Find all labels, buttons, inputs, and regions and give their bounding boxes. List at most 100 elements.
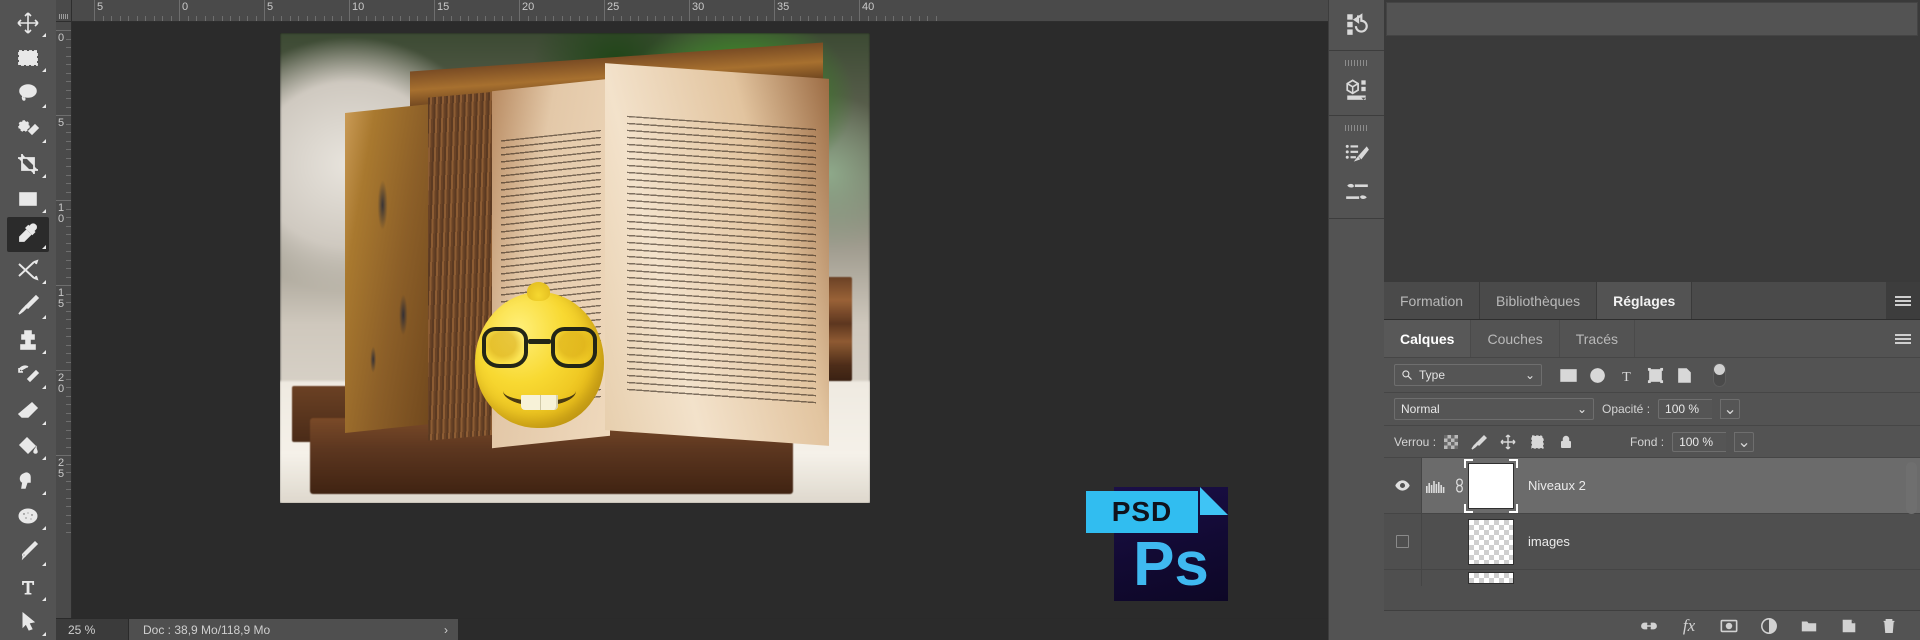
table-row[interactable]: images [1384, 514, 1920, 570]
tab-traces[interactable]: Tracés [1559, 320, 1636, 357]
layer-visibility-toggle[interactable] [1384, 458, 1422, 513]
ruler-minor-tick [66, 463, 71, 465]
new-layer-icon[interactable] [1840, 617, 1858, 635]
layer-style-fx-icon[interactable]: fx [1680, 615, 1698, 635]
lock-artboard-icon[interactable] [1529, 434, 1545, 450]
marquee-tool[interactable] [7, 41, 49, 75]
quick-selection-tool[interactable] [7, 112, 49, 146]
filter-type-icon[interactable]: T [1618, 367, 1635, 384]
horizontal-ruler[interactable]: 5 0 5 10 15 20 25 30 35 40 [72, 0, 1328, 22]
lock-transparent-pixels-icon[interactable] [1444, 434, 1459, 449]
layer-name[interactable]: images [1528, 534, 1570, 549]
brush-tool[interactable] [7, 288, 49, 322]
delete-layer-icon[interactable] [1880, 617, 1898, 635]
blend-mode-select[interactable]: Normal ⌄ [1394, 398, 1594, 420]
brush-presets-icon[interactable] [1342, 139, 1372, 169]
libraries-3d-icon[interactable] [1342, 74, 1372, 104]
ruler-minor-tick [66, 344, 71, 346]
ruler-label: 25 [607, 1, 620, 13]
eyedropper-tool[interactable] [7, 217, 49, 252]
layer-name[interactable]: Niveaux 2 [1528, 478, 1586, 493]
panel-drag-grip[interactable] [1344, 60, 1369, 66]
filter-shape-icon[interactable] [1647, 367, 1664, 384]
sponge-tool[interactable] [7, 499, 49, 533]
type-tool[interactable]: T [7, 570, 49, 604]
lock-image-pixels-icon[interactable] [1471, 434, 1488, 450]
filter-enable-toggle[interactable] [1713, 363, 1726, 387]
ruler-minor-tick [757, 16, 758, 21]
layer-mask-link-icon[interactable] [1450, 478, 1468, 493]
table-row[interactable]: Niveaux 2 [1384, 458, 1920, 514]
document-image[interactable] [280, 33, 870, 503]
ruler-major-tick [56, 370, 71, 371]
fill-stepper-icon[interactable]: ⌄ [1734, 431, 1755, 452]
ruler-major-tick [604, 0, 605, 21]
document-info-arrow-icon[interactable]: › [444, 623, 458, 637]
document-info[interactable]: Doc : 38,9 Mo/118,9 Mo › [128, 619, 458, 640]
ruler-minor-tick [918, 16, 920, 21]
fill-value[interactable]: 100 % [1672, 431, 1727, 452]
crop-tool[interactable] [7, 147, 49, 181]
vertical-ruler[interactable]: 0 5 10 15 20 25 [56, 22, 72, 640]
layer-filter-select[interactable]: Type ⌄ [1394, 364, 1542, 386]
pen-tool[interactable] [7, 534, 49, 568]
path-selection-tool[interactable] [7, 605, 49, 639]
history-actions-icon[interactable] [1342, 9, 1372, 39]
new-adjustment-layer-icon[interactable] [1760, 617, 1778, 635]
layer-thumbnail[interactable] [1468, 572, 1514, 584]
paint-bucket-tool[interactable] [7, 429, 49, 463]
move-tool[interactable] [7, 6, 49, 40]
ruler-origin[interactable] [56, 0, 72, 22]
brush-settings-icon[interactable] [1342, 177, 1372, 207]
panel-menu-icon[interactable] [1886, 282, 1920, 319]
opacity-value[interactable]: 100 % [1658, 399, 1713, 419]
ruler-minor-tick [66, 446, 71, 448]
filter-adjustment-icon[interactable] [1589, 367, 1606, 384]
history-brush-tool[interactable] [7, 358, 49, 392]
layer-visibility-toggle[interactable] [1384, 514, 1422, 569]
lock-position-icon[interactable] [1500, 434, 1516, 450]
layers-panel-menu-icon[interactable] [1886, 320, 1920, 357]
ruler-minor-tick [306, 16, 308, 21]
fx-label: fx [1682, 615, 1696, 635]
panel-drag-grip[interactable] [1344, 125, 1369, 131]
tab-reglages[interactable]: Réglages [1597, 282, 1693, 319]
ruler-major-tick [56, 200, 71, 201]
filter-pixel-icon[interactable] [1560, 367, 1577, 384]
dodge-tool[interactable] [7, 464, 49, 498]
zoom-level[interactable]: 25 % [56, 623, 128, 637]
ruler-minor-tick [66, 327, 71, 329]
layers-list[interactable]: Niveaux 2 images [1384, 458, 1920, 610]
new-group-icon[interactable] [1800, 617, 1818, 635]
filter-smart-object-icon[interactable] [1676, 367, 1693, 384]
ruler-minor-tick [66, 276, 71, 278]
ruler-minor-tick [816, 16, 818, 21]
ruler-minor-tick [842, 16, 843, 21]
lock-all-icon[interactable] [1558, 434, 1574, 450]
ruler-minor-tick [901, 16, 903, 21]
ruler-minor-tick [66, 149, 71, 150]
frame-tool[interactable] [7, 182, 49, 216]
layers-scrollbar[interactable] [1906, 462, 1917, 514]
table-row-partial[interactable] [1384, 570, 1920, 586]
layer-thumbnail[interactable] [1468, 518, 1514, 565]
ruler-minor-tick [391, 16, 393, 21]
tab-bibliotheques[interactable]: Bibliothèques [1480, 282, 1598, 319]
tab-formation[interactable]: Formation [1384, 282, 1481, 319]
ruler-minor-tick [612, 16, 614, 21]
eraser-tool[interactable] [7, 393, 49, 427]
layer-mask-thumbnail[interactable] [1464, 458, 1518, 513]
canvas[interactable]: PSD Ps [72, 22, 1328, 618]
opacity-stepper-icon[interactable]: ⌄ [1720, 399, 1741, 419]
clone-stamp-tool[interactable] [7, 323, 49, 357]
link-layers-icon[interactable] [1640, 617, 1658, 635]
healing-brush-tool[interactable] [7, 253, 49, 287]
layer-visibility-toggle[interactable] [1384, 570, 1422, 586]
lasso-tool[interactable] [7, 76, 49, 110]
ruler-minor-tick [230, 16, 231, 21]
ruler-minor-tick [66, 489, 71, 490]
add-layer-mask-icon[interactable] [1720, 617, 1738, 635]
ruler-minor-tick [799, 16, 801, 21]
tab-calques[interactable]: Calques [1384, 320, 1472, 357]
tab-couches[interactable]: Couches [1471, 320, 1560, 357]
